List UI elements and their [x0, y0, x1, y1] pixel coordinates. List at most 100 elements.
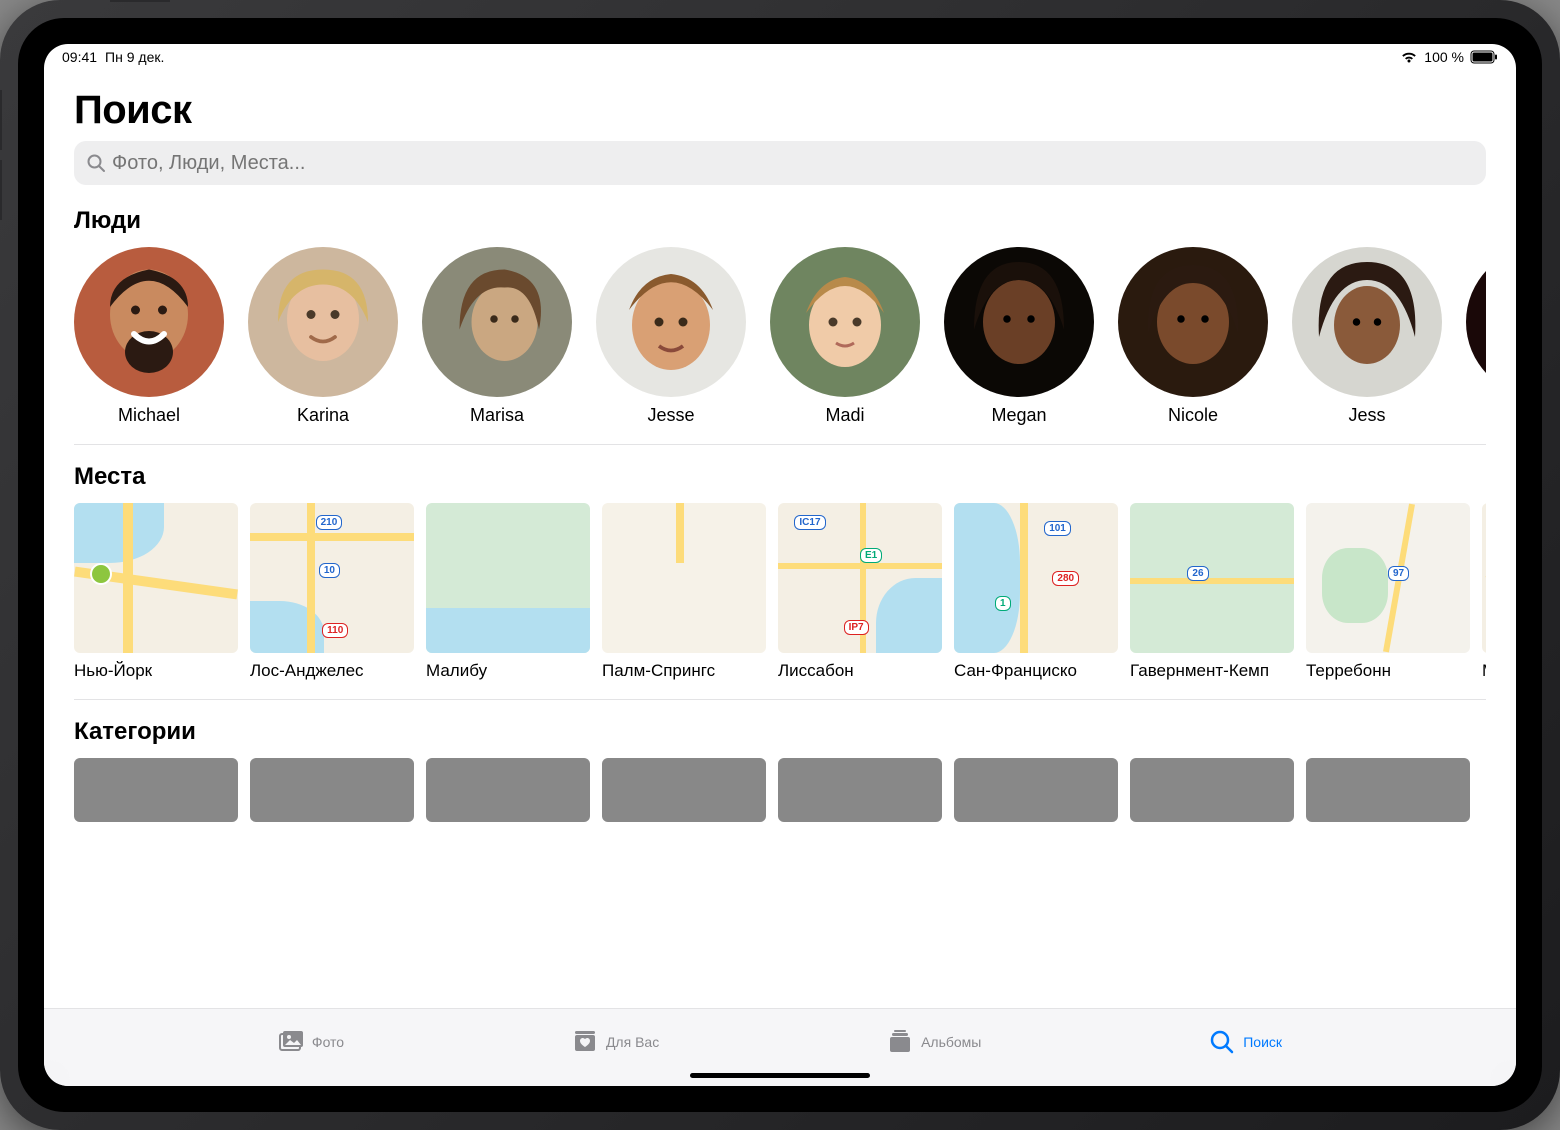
avatar — [422, 247, 572, 397]
map-thumbnail — [602, 503, 766, 653]
tab-albums[interactable]: Альбомы — [887, 1029, 981, 1055]
map-thumbnail — [1482, 503, 1486, 653]
status-date: Пн 9 дек. — [105, 49, 164, 65]
map-thumbnail: 210 10 110 — [250, 503, 414, 653]
person-name: Nicole — [1168, 405, 1218, 426]
category-thumbnail — [602, 758, 766, 822]
place-item[interactable]: 97 Терребонн — [1306, 503, 1470, 681]
tab-label: Поиск — [1243, 1034, 1282, 1050]
tab-label: Для Вас — [606, 1034, 659, 1050]
person-item[interactable]: Megan — [944, 247, 1094, 426]
tab-search[interactable]: Поиск — [1209, 1029, 1282, 1055]
avatar — [1292, 247, 1442, 397]
people-row[interactable]: Michael Karina Marisa — [74, 247, 1486, 426]
places-row[interactable]: Нью-Йорк 210 10 110 Лос-Анджелес — [74, 503, 1486, 681]
category-item[interactable] — [602, 758, 766, 822]
place-name: Терребонн — [1306, 661, 1470, 681]
place-name: Палм-Спрингс — [602, 661, 766, 681]
people-section-title: Люди — [74, 207, 1486, 235]
category-item[interactable] — [74, 758, 238, 822]
category-item[interactable] — [1130, 758, 1294, 822]
volume-down-button — [0, 160, 2, 220]
category-item[interactable] — [954, 758, 1118, 822]
albums-icon — [887, 1029, 913, 1055]
search-input[interactable] — [112, 152, 1474, 175]
divider — [74, 699, 1486, 700]
person-item[interactable]: Jesse — [596, 247, 746, 426]
person-name: Michael — [118, 405, 180, 426]
avatar — [770, 247, 920, 397]
place-name: Лиссабон — [778, 661, 942, 681]
place-name: Marra — [1482, 661, 1486, 681]
category-thumbnail — [74, 758, 238, 822]
person-item[interactable]: Jess — [1292, 247, 1442, 426]
person-name: Megan — [991, 405, 1046, 426]
wifi-icon — [1400, 50, 1418, 64]
tab-for-you[interactable]: Для Вас — [572, 1029, 659, 1055]
avatar — [1466, 247, 1486, 397]
volume-up-button — [0, 90, 2, 150]
place-item[interactable]: Малибу — [426, 503, 590, 681]
battery-icon — [1470, 50, 1498, 64]
status-time: 09:41 — [62, 49, 97, 65]
search-icon — [86, 153, 106, 173]
status-bar: 09:41 Пн 9 дек. 100 % — [44, 44, 1516, 70]
ipad-device-frame: 09:41 Пн 9 дек. 100 % Поиск — [0, 0, 1560, 1130]
map-thumbnail: 97 — [1306, 503, 1470, 653]
place-name: Гавернмент-Кемп — [1130, 661, 1294, 681]
person-item[interactable]: Karina — [248, 247, 398, 426]
person-item[interactable] — [1466, 247, 1486, 426]
avatar — [944, 247, 1094, 397]
category-thumbnail — [250, 758, 414, 822]
map-thumbnail: 26 — [1130, 503, 1294, 653]
person-name: Jess — [1348, 405, 1385, 426]
map-thumbnail: IC17 E1 IP7 — [778, 503, 942, 653]
avatar — [248, 247, 398, 397]
divider — [74, 444, 1486, 445]
person-name: Marisa — [470, 405, 524, 426]
category-item[interactable] — [250, 758, 414, 822]
home-indicator[interactable] — [690, 1073, 870, 1078]
place-name: Лос-Анджелес — [250, 661, 414, 681]
place-item[interactable]: Marra — [1482, 503, 1486, 681]
person-name: Karina — [297, 405, 349, 426]
map-thumbnail — [426, 503, 590, 653]
place-name: Нью-Йорк — [74, 661, 238, 681]
search-field[interactable] — [74, 141, 1486, 185]
person-item[interactable]: Marisa — [422, 247, 572, 426]
place-name: Малибу — [426, 661, 590, 681]
tab-label: Альбомы — [921, 1034, 981, 1050]
page-title: Поиск — [74, 88, 1486, 133]
category-thumbnail — [1130, 758, 1294, 822]
map-thumbnail — [74, 503, 238, 653]
place-name: Сан-Франциско — [954, 661, 1118, 681]
person-name: Jesse — [647, 405, 694, 426]
category-item[interactable] — [778, 758, 942, 822]
tab-label: Фото — [312, 1034, 344, 1050]
avatar — [596, 247, 746, 397]
category-thumbnail — [1306, 758, 1470, 822]
person-item[interactable]: Nicole — [1118, 247, 1268, 426]
person-item[interactable]: Madi — [770, 247, 920, 426]
for-you-icon — [572, 1029, 598, 1055]
place-item[interactable]: 210 10 110 Лос-Анджелес — [250, 503, 414, 681]
person-item[interactable]: Michael — [74, 247, 224, 426]
power-button — [110, 0, 170, 2]
places-section-title: Места — [74, 463, 1486, 491]
place-item[interactable]: Палм-Спрингс — [602, 503, 766, 681]
place-item[interactable]: 101 280 1 Сан-Франциско — [954, 503, 1118, 681]
battery-percentage: 100 % — [1424, 49, 1464, 65]
category-item[interactable] — [1306, 758, 1470, 822]
category-thumbnail — [954, 758, 1118, 822]
place-item[interactable]: Нью-Йорк — [74, 503, 238, 681]
photos-icon — [278, 1029, 304, 1055]
categories-row[interactable] — [74, 758, 1486, 822]
place-item[interactable]: 26 Гавернмент-Кемп — [1130, 503, 1294, 681]
categories-section-title: Категории — [74, 718, 1486, 746]
person-name: Madi — [825, 405, 864, 426]
tab-photos[interactable]: Фото — [278, 1029, 344, 1055]
category-thumbnail — [426, 758, 590, 822]
map-thumbnail: 101 280 1 — [954, 503, 1118, 653]
place-item[interactable]: IC17 E1 IP7 Лиссабон — [778, 503, 942, 681]
category-item[interactable] — [426, 758, 590, 822]
